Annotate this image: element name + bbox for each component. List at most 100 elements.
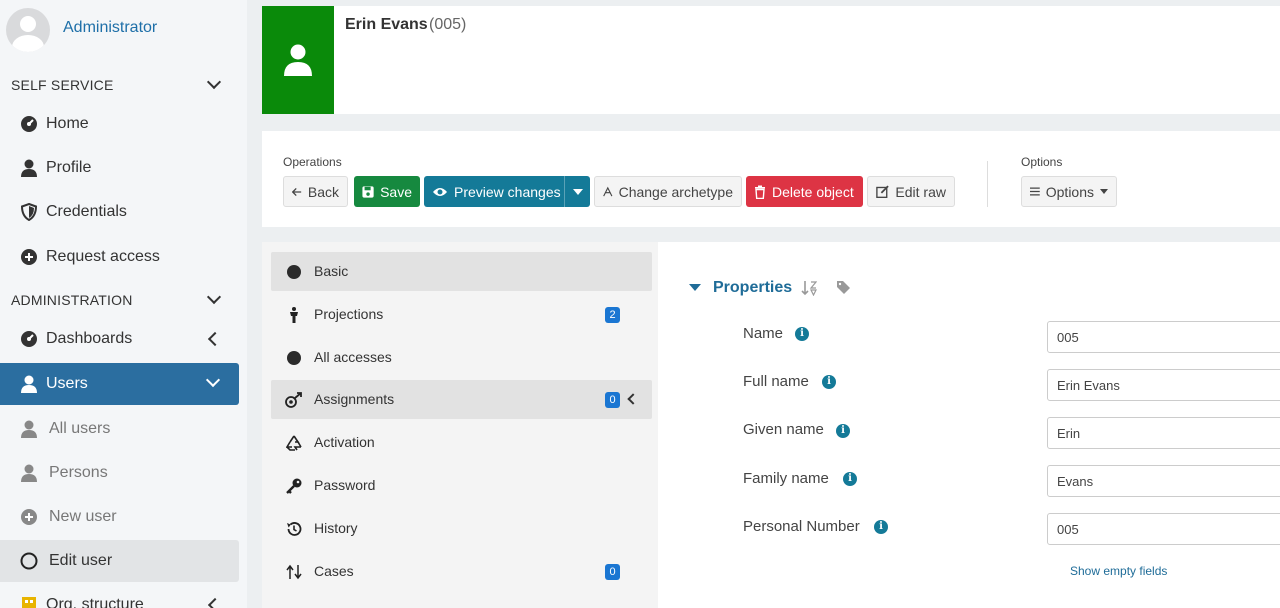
building-icon <box>20 596 38 608</box>
sort-icon[interactable] <box>801 280 817 296</box>
chevron-down-icon[interactable] <box>206 289 222 305</box>
user-header[interactable]: Administrator <box>0 0 247 58</box>
self-service-section-title[interactable]: SELF SERVICE <box>11 77 114 93</box>
info-icon[interactable]: i <box>874 520 888 534</box>
sidebar-item-request-access[interactable]: Request access <box>0 236 239 278</box>
sidebar: Administrator SELF SERVICE Home Profile … <box>0 0 247 608</box>
info-icon[interactable]: i <box>822 375 836 389</box>
tab-label: Activation <box>314 434 375 450</box>
full-name-label: Full name <box>743 373 809 390</box>
sidebar-item-profile[interactable]: Profile <box>0 147 239 189</box>
sidebar-item-home[interactable]: Home <box>0 103 239 145</box>
personal-number-label: Personal Number <box>743 518 860 535</box>
info-icon[interactable]: i <box>795 327 809 341</box>
caret-down-icon <box>1100 189 1108 194</box>
object-oid: (005) <box>429 16 467 33</box>
options-button[interactable]: Options <box>1021 176 1117 207</box>
change-archetype-button[interactable]: Change archetype <box>594 176 742 207</box>
object-header: Erin Evans (005) <box>262 6 1280 114</box>
chevron-left-icon[interactable] <box>627 393 639 405</box>
save-icon <box>362 185 374 198</box>
user-photo <box>262 6 334 114</box>
sidebar-item-label: Dashboards <box>46 330 133 347</box>
preview-label: Preview changes <box>454 183 561 200</box>
tag-icon[interactable] <box>836 280 851 295</box>
back-button[interactable]: Back <box>283 176 348 207</box>
preview-dropdown-toggle[interactable] <box>564 176 590 207</box>
sidebar-item-label: Edit user <box>49 552 113 569</box>
edit-raw-label: Edit raw <box>895 183 946 200</box>
operations-panel: Operations Back Save Preview changes Cha… <box>262 131 1280 227</box>
family-name-field[interactable]: Evans <box>1047 465 1280 497</box>
collapse-caret-icon[interactable] <box>689 284 701 291</box>
sidebar-item-label: Request access <box>46 248 160 265</box>
properties-title[interactable]: Properties <box>713 279 792 297</box>
tab-history[interactable]: History <box>271 509 652 548</box>
chevron-left-icon <box>207 331 223 347</box>
circle-outline-icon <box>20 552 38 570</box>
sidebar-item-label: New user <box>49 508 117 525</box>
family-name-label: Family name <box>743 470 829 487</box>
tab-cases[interactable]: Cases 0 <box>271 552 652 591</box>
caret-down-icon <box>572 188 583 195</box>
info-icon[interactable]: i <box>843 472 857 486</box>
user-icon <box>20 375 38 393</box>
save-label: Save <box>380 183 412 200</box>
name-field[interactable]: 005 <box>1047 321 1280 353</box>
user-icon <box>284 44 312 76</box>
shield-icon <box>20 203 38 221</box>
dashboard-icon <box>20 330 38 348</box>
sidebar-item-label: Profile <box>46 159 92 176</box>
archetype-icon <box>603 186 613 196</box>
sidebar-item-users[interactable]: Users <box>0 363 239 405</box>
tab-password[interactable]: Password <box>271 466 652 505</box>
options-title: Options <box>1021 155 1063 169</box>
given-name-field[interactable]: Erin <box>1047 417 1280 449</box>
sidebar-item-all-users[interactable]: All users <box>0 408 239 450</box>
options-label: Options <box>1045 183 1094 200</box>
tab-activation[interactable]: Activation <box>271 423 652 462</box>
sidebar-item-persons[interactable]: Persons <box>0 452 239 494</box>
chevron-down-icon[interactable] <box>206 74 222 90</box>
administration-section-title[interactable]: ADMINISTRATION <box>11 292 133 308</box>
info-icon[interactable]: i <box>836 424 850 438</box>
count-badge: 2 <box>605 307 620 323</box>
sidebar-item-edit-user[interactable]: Edit user <box>0 540 239 582</box>
user-icon <box>20 464 38 482</box>
save-button[interactable]: Save <box>354 176 420 207</box>
given-name-label: Given name <box>743 421 824 438</box>
menu-icon <box>1030 187 1040 196</box>
sidebar-item-credentials[interactable]: Credentials <box>0 191 239 233</box>
user-icon <box>20 420 38 438</box>
sidebar-item-new-user[interactable]: New user <box>0 496 239 538</box>
tab-projections[interactable]: Projections 2 <box>271 295 652 334</box>
preview-changes-button[interactable]: Preview changes <box>424 176 590 207</box>
tab-label: History <box>314 520 358 536</box>
full-name-field[interactable]: Erin Evans <box>1047 369 1280 401</box>
user-icon <box>20 159 38 177</box>
sidebar-item-dashboards[interactable]: Dashboards <box>0 318 239 360</box>
delete-object-button[interactable]: Delete object <box>746 176 863 207</box>
show-empty-fields-link[interactable]: Show empty fields <box>1070 564 1167 578</box>
sidebar-item-org-structure[interactable]: Org. structure <box>0 584 239 608</box>
edit-raw-button[interactable]: Edit raw <box>867 176 955 207</box>
change-archetype-label: Change archetype <box>618 183 733 200</box>
chevron-down-icon <box>205 372 221 388</box>
dashboard-icon <box>20 115 38 133</box>
plus-circle-icon <box>20 508 38 526</box>
eye-icon <box>433 187 447 196</box>
tab-label: Password <box>314 477 376 493</box>
personal-number-field[interactable]: 005 <box>1047 513 1280 545</box>
tab-all-accesses[interactable]: All accesses <box>271 338 652 377</box>
back-label: Back <box>307 183 339 200</box>
tab-label: Projections <box>314 306 384 322</box>
avatar <box>6 8 50 52</box>
user-name[interactable]: Administrator <box>63 19 157 37</box>
tab-assignments[interactable]: Assignments 0 <box>271 380 652 419</box>
plus-circle-icon <box>20 248 38 266</box>
delete-label: Delete object <box>772 183 854 200</box>
name-label: Name <box>743 325 784 342</box>
chevron-left-icon <box>207 597 223 608</box>
tab-basic[interactable]: Basic <box>271 252 652 291</box>
history-icon <box>285 520 303 538</box>
